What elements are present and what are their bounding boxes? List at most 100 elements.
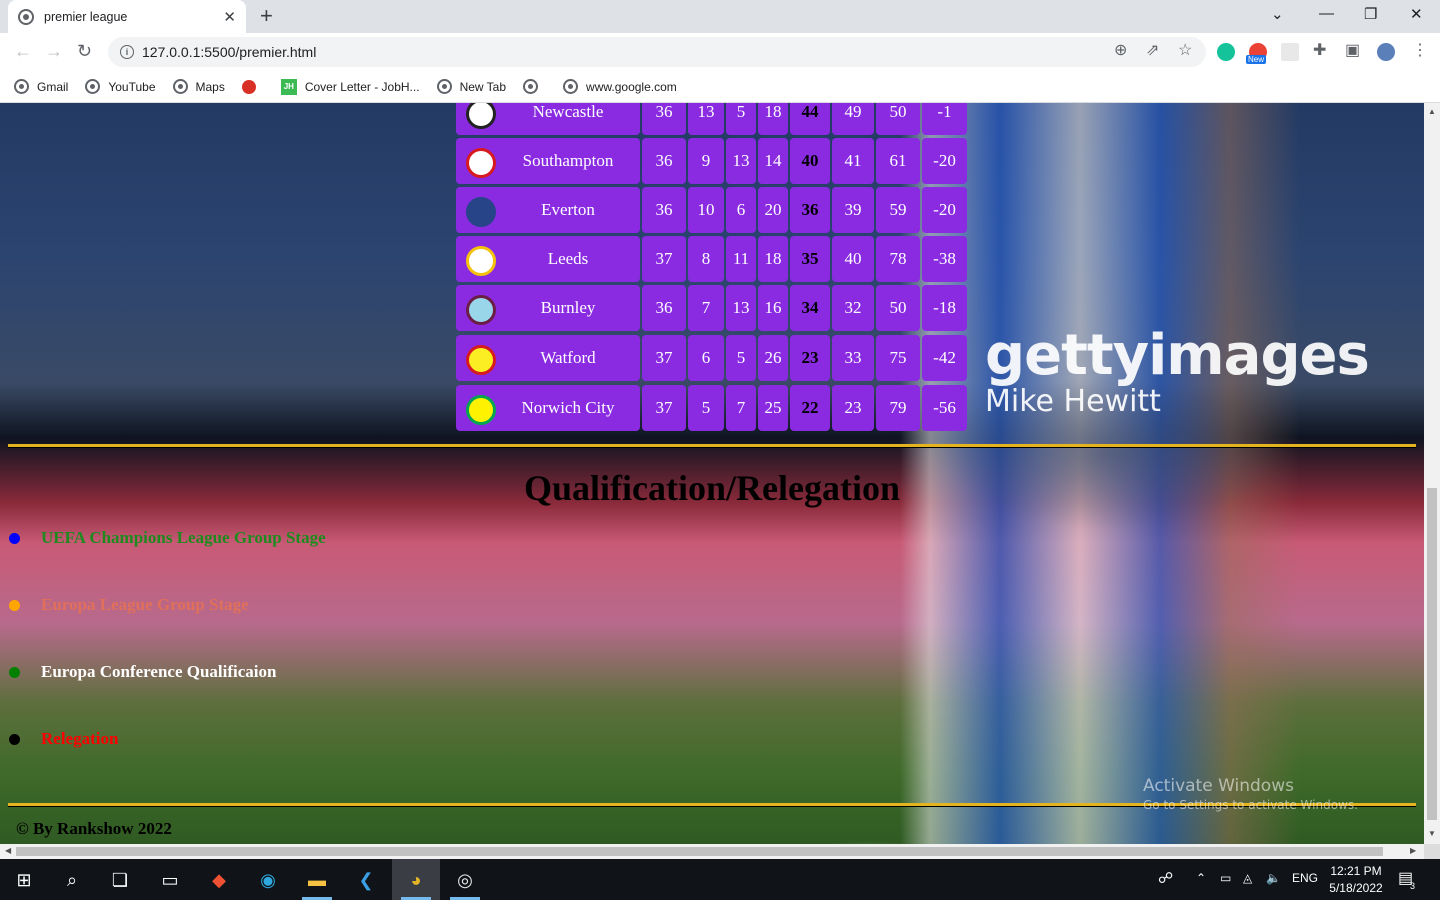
vertical-scrollbar[interactable]: ▲ ▼ — [1424, 103, 1440, 844]
jh-icon: JH — [280, 78, 297, 95]
reload-button[interactable]: ↻ — [77, 42, 92, 60]
played-cell: 37 — [642, 385, 686, 431]
team-cell: Everton — [456, 187, 640, 233]
bookmark-label: Gmail — [37, 79, 69, 94]
people-icon[interactable]: ☍ — [1158, 869, 1173, 887]
media-player-icon[interactable]: ◎ — [452, 867, 478, 893]
back-button[interactable]: ← — [14, 42, 32, 60]
leeds-crest-icon — [466, 246, 496, 276]
bookmark-new-tab[interactable]: New Tab — [436, 79, 506, 94]
scrollbar-thumb[interactable] — [16, 847, 1383, 856]
site-info-icon[interactable]: i — [120, 45, 134, 59]
globe-icon — [523, 79, 539, 94]
minimize-button[interactable]: — — [1319, 5, 1334, 22]
goal-difference-cell: -56 — [922, 385, 967, 431]
table-row: Norwich City 37 5 7 25 22 23 79 -56 — [456, 385, 967, 431]
lost-cell: 18 — [758, 103, 788, 135]
restore-button[interactable]: ❐ — [1364, 5, 1377, 23]
tab-premier-league[interactable]: premier league ✕ — [8, 0, 246, 33]
drawn-cell: 5 — [726, 103, 756, 135]
bookmark-star-icon[interactable]: ☆ — [1178, 40, 1192, 60]
edge-icon[interactable]: ◉ — [255, 867, 281, 893]
volume-icon[interactable]: 🔈 — [1266, 871, 1281, 885]
bookmark-gmail[interactable]: Gmail — [14, 79, 68, 94]
team-cell: Watford — [456, 335, 640, 381]
menu-kebab-icon[interactable]: ⋮ — [1412, 40, 1428, 60]
played-cell: 37 — [642, 236, 686, 282]
show-hidden-icons-chevron[interactable]: ⌃ — [1196, 871, 1206, 885]
scroll-down-arrow-icon[interactable]: ▼ — [1428, 829, 1436, 838]
close-window-button[interactable]: ✕ — [1410, 5, 1423, 23]
profile-avatar[interactable] — [1377, 43, 1395, 61]
played-cell: 36 — [642, 187, 686, 233]
scrollbar-corner — [1424, 844, 1440, 859]
zoom-icon[interactable]: ⊕ — [1114, 40, 1127, 60]
won-cell: 8 — [688, 236, 724, 282]
bookmark-maps[interactable]: Maps — [172, 79, 225, 94]
task-view-icon[interactable]: ❏ — [107, 867, 133, 893]
tab-strip: premier league ✕ + ⌄ — ❐ ✕ — [0, 0, 1440, 33]
address-bar[interactable]: i 127.0.0.1:5500/premier.html — [108, 37, 1206, 67]
new-tab-button[interactable]: + — [260, 5, 273, 27]
qualification-heading: Qualification/Relegation — [524, 468, 900, 508]
norwich-crest-icon — [466, 395, 496, 425]
tab-close-button[interactable]: ✕ — [223, 8, 236, 26]
table-row: Southampton 36 9 13 14 40 41 61 -20 — [456, 138, 967, 184]
globe-icon — [172, 79, 188, 94]
drawn-cell: 5 — [726, 335, 756, 381]
watermark-photographer: Mike Hewitt — [985, 384, 1161, 419]
globe-icon — [563, 79, 579, 94]
horizontal-scrollbar[interactable]: ◀ ▶ — [0, 844, 1424, 859]
watermark-brand: gettyimages — [985, 323, 1370, 388]
terminal-icon[interactable]: ▭ — [157, 867, 183, 893]
scrollbar-thumb[interactable] — [1427, 488, 1437, 820]
extension-new-badge: New — [1246, 55, 1267, 64]
windows-start-icon[interactable]: ⊞ — [11, 867, 37, 893]
footer-copyright: © By Rankshow 2022 — [16, 819, 172, 838]
points-cell: 40 — [790, 138, 830, 184]
southampton-crest-icon — [466, 148, 496, 178]
share-icon[interactable]: ⇗ — [1146, 40, 1159, 60]
tab-search-chevron-icon[interactable]: ⌄ — [1271, 5, 1284, 23]
battery-icon[interactable]: ▭ — [1220, 871, 1231, 885]
file-explorer-icon[interactable]: ▬ — [304, 867, 330, 893]
played-cell: 36 — [642, 138, 686, 184]
goal-difference-cell: -38 — [922, 236, 967, 282]
scroll-right-arrow-icon[interactable]: ▶ — [1410, 846, 1416, 855]
played-cell: 36 — [642, 103, 686, 135]
won-cell: 7 — [688, 285, 724, 331]
goals-against-cell: 79 — [876, 385, 920, 431]
chrome-icon[interactable]: ◕ — [403, 867, 429, 893]
extension-gray-icon[interactable] — [1281, 43, 1299, 61]
page-viewport: gettyimages Mike Hewitt Newcastle 36 13 … — [0, 103, 1424, 844]
grammarly-extension-icon[interactable] — [1217, 43, 1235, 61]
table-row: Burnley 36 7 13 16 34 32 50 -18 — [456, 285, 967, 331]
lost-cell: 25 — [758, 385, 788, 431]
system-clock[interactable]: 12:21 PM 5/18/2022 — [1322, 863, 1390, 897]
bookmark-blank[interactable] — [523, 79, 546, 94]
team-cell: Newcastle — [456, 103, 640, 135]
goals-for-cell: 40 — [832, 236, 874, 282]
bookmark-youtube[interactable]: YouTube — [85, 79, 156, 94]
search-icon[interactable]: ⌕ — [59, 867, 85, 893]
language-indicator[interactable]: ENG — [1292, 871, 1318, 885]
legend-label: Europa League Group Stage — [41, 595, 249, 614]
goal-difference-cell: -20 — [922, 138, 967, 184]
legend-item-champions-league: UEFA Champions League Group Stage — [9, 528, 326, 548]
won-cell: 10 — [688, 187, 724, 233]
side-panel-icon[interactable]: ▣ — [1345, 40, 1360, 60]
scroll-up-arrow-icon[interactable]: ▲ — [1428, 107, 1436, 116]
extensions-puzzle-icon[interactable]: ✚ — [1313, 40, 1326, 60]
bookmark-cover-letter[interactable]: JH Cover Letter - JobH... — [280, 78, 420, 95]
git-icon[interactable]: ◆ — [206, 867, 232, 893]
bookmark-google[interactable]: www.google.com — [563, 79, 677, 94]
won-cell: 9 — [688, 138, 724, 184]
network-icon[interactable]: ◬ — [1243, 871, 1252, 885]
scroll-left-arrow-icon[interactable]: ◀ — [5, 846, 11, 855]
forward-button[interactable]: → — [45, 42, 63, 60]
bullet-icon — [9, 532, 20, 544]
vscode-icon[interactable]: ❮ — [353, 867, 379, 893]
bookmark-red[interactable] — [241, 79, 264, 94]
globe-icon — [85, 79, 101, 94]
played-cell: 36 — [642, 285, 686, 331]
